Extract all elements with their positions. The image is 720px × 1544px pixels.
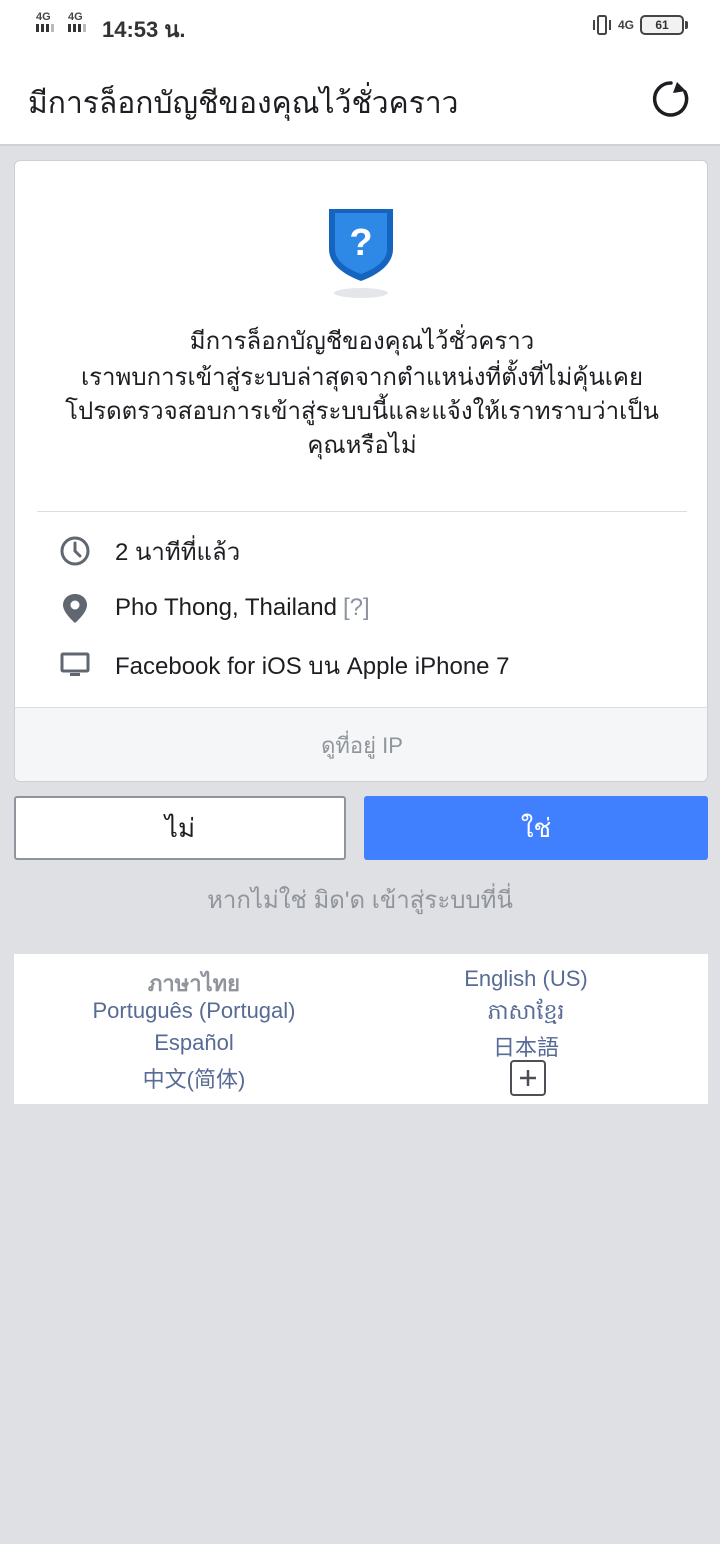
no-button[interactable]: ไม่	[14, 796, 346, 860]
language-option[interactable]: 日本語	[376, 1030, 676, 1062]
view-ip-link[interactable]: ดูที่อยู่ IP	[15, 707, 707, 781]
login-device-row: Facebook for iOS บน Apple iPhone 7	[59, 645, 679, 685]
description-line: คุณหรือไม่	[307, 432, 417, 459]
card-description: เราพบการเข้าสู่ระบบล่าสุดจากตำแหน่งที่ตั…	[55, 361, 669, 463]
app-header: มีการล็อกบัญชีของคุณไว้ชั่วคราว	[0, 52, 720, 146]
battery-icon: 61	[640, 15, 688, 35]
lock-info-card: ? มีการล็อกบัญชีของคุณไว้ชั่วคราว เราพบก…	[14, 160, 708, 782]
plus-icon	[520, 1070, 536, 1086]
card-heading: มีการล็อกบัญชีของคุณไว้ชั่วคราว	[189, 328, 535, 355]
clock-icon	[59, 535, 91, 567]
language-selector: ภาษาไทย English (US) Português (Portugal…	[14, 954, 708, 1104]
language-option[interactable]: English (US)	[376, 966, 676, 992]
login-device: Facebook for iOS บน Apple iPhone 7	[115, 652, 510, 680]
page-title: มีการล็อกบัญชีของคุณไว้ชั่วคราว	[28, 87, 459, 120]
signal-icon-2	[68, 24, 86, 32]
location-pin-icon	[59, 592, 91, 624]
network-type-1: 4G	[36, 11, 51, 23]
divider	[37, 511, 687, 512]
login-location-row: Pho Thong, Thailand [?]	[59, 588, 679, 628]
clock: 14:53 น.	[102, 17, 186, 42]
login-time: 2 นาทีที่แล้ว	[115, 538, 241, 566]
not-me-login-link[interactable]: หากไม่ใช่ มิด'ด เข้าสู่ระบบที่นี่	[0, 880, 720, 919]
svg-text:?: ?	[349, 222, 372, 264]
language-option[interactable]: ភាសាខ្មែរ	[376, 998, 676, 1030]
network-type-3: 4G	[617, 18, 634, 32]
login-location: Pho Thong, Thailand	[115, 594, 337, 621]
description-line: โปรดตรวจสอบการเข้าสู่ระบบนี้และแจ้งให้เร…	[65, 398, 659, 425]
vibrate-icon	[592, 15, 611, 35]
more-languages-button[interactable]	[510, 1060, 546, 1096]
signal-icon-1	[36, 24, 54, 32]
language-current: ภาษาไทย	[147, 971, 241, 996]
monitor-icon	[59, 649, 91, 681]
yes-button[interactable]: ใช่	[364, 796, 708, 860]
language-option[interactable]: 中文(简体)	[44, 1062, 344, 1094]
login-time-row: 2 นาทีที่แล้ว	[59, 531, 679, 571]
description-line: เราพบการเข้าสู่ระบบล่าสุดจากตำแหน่งที่ตั…	[80, 364, 644, 391]
language-option[interactable]: Português (Portugal)	[44, 998, 344, 1024]
language-option[interactable]: Español	[44, 1030, 344, 1056]
network-type-2: 4G	[68, 11, 83, 23]
shield-question-icon: ?	[329, 209, 393, 298]
location-help-link[interactable]: [?]	[343, 594, 370, 622]
refresh-icon[interactable]	[650, 78, 692, 120]
status-bar: 4G 4G 14:53 น. 4G 61	[0, 0, 720, 52]
